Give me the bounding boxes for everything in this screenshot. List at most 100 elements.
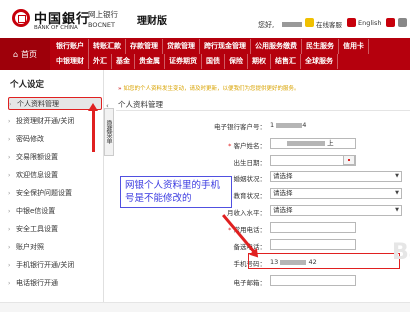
sidebar-item-label: 安全工具设置 [16,225,58,233]
email-label: 电子邮箱： [233,279,267,287]
sidebar-item-mobile-banking[interactable]: › 手机银行开通/关闭 [8,259,102,272]
phone-input[interactable] [270,222,356,233]
sidebar-item-label: 投资理财开通/关闭 [16,117,75,125]
nav-item[interactable]: 全球服务 [301,54,338,69]
logout-icon[interactable] [398,18,407,27]
name-label: * 客户姓名： [186,140,266,150]
sidebar-item-label: 密码修改 [16,135,44,143]
nav-item[interactable]: 证券期货 [165,54,202,69]
nav-item[interactable]: 中银理财 [52,54,89,69]
sidebar-item-label: 交易限额设置 [16,153,58,161]
nav-item[interactable]: 存款管理 [126,39,163,54]
online-service-link[interactable]: 在线客服 [316,19,342,29]
boc-logo-icon[interactable] [12,9,30,27]
sidebar-item-label: 安全保护问题设置 [16,189,72,197]
language-icon[interactable] [347,18,356,27]
nav-row-secondary: 中银理财 外汇 基金 贵金属 证券期货 国债 保险 期权 结售汇 全球服务 [52,54,338,69]
nav-item[interactable]: 外汇 [89,54,112,69]
sidebar-item-label: 中银e信设置 [16,207,56,215]
masked-name-value [287,140,325,146]
sidebar-item-account-mapping[interactable]: › 账户对照 [8,241,102,254]
bullet-icon: › [8,154,11,161]
bullet-icon: › [8,172,11,179]
home-button[interactable]: ⌂ 首页 [0,38,50,70]
nav-item[interactable]: 国债 [202,54,225,69]
page-title: 个人资料管理 [118,100,163,109]
bullet-icon: › [8,262,11,269]
sidebar-item-label: 手机银行开通/关闭 [16,261,75,269]
name-input[interactable]: 上 [270,138,356,149]
divider [116,110,410,111]
nav-item[interactable]: 基金 [112,54,135,69]
annotation-text: 网银个人资料里的手机号是不能修改的 [125,180,221,204]
help-icon[interactable] [386,18,395,27]
nav-item[interactable]: 银行账户 [52,39,89,54]
nav-item[interactable]: 结售汇 [271,54,301,69]
calendar-icon[interactable] [343,155,355,165]
online-service-icon[interactable] [305,18,314,27]
email-input[interactable] [270,275,356,286]
masked-username [282,22,302,27]
nav-item[interactable]: 公用服务缴费 [251,39,302,54]
backup-phone-input[interactable] [270,239,356,250]
sidebar-item-security-question[interactable]: › 安全保护问题设置 [8,187,102,200]
nav-item[interactable]: 贷款管理 [163,39,200,54]
sidebar-item-investment[interactable]: › 投资理财开通/关闭 [8,115,102,128]
top-header: 中国銀行 BANK OF CHINA 网上银行 BOCNET 理财版 您好, 在… [0,0,410,38]
main-nav: ⌂ 首页 银行账户 转账汇款 存款管理 贷款管理 跨行现金管理 公用服务缴费 民… [0,38,410,70]
netbank-label-en: BOCNET [88,21,115,29]
nav-item[interactable]: 信用卡 [339,39,369,54]
masked-digits [276,122,303,128]
customer-no-label: 电子银行客户号： [214,123,266,131]
sidebar-item-welcome[interactable]: › 欢迎信息设置 [8,169,102,182]
phone-label: * 常用电话： [186,224,266,234]
customer-no-value: 1 4 [270,121,306,129]
nav-item[interactable]: 跨行现金管理 [200,39,251,54]
bottom-strip [0,302,410,312]
sidebar-item-limit[interactable]: › 交易限额设置 [8,151,102,164]
sidebar-item-e-message[interactable]: › 中银e信设置 [8,205,102,218]
sidebar-item-label: 电话银行开通 [16,279,58,287]
nav-row-primary: 银行账户 转账汇款 存款管理 贷款管理 跨行现金管理 公用服务缴费 民生服务 信… [52,39,369,54]
income-select[interactable]: 请选择 [270,205,402,216]
home-label: 首页 [21,49,38,59]
nav-item[interactable]: 转账汇款 [89,39,126,54]
annotation-arrow-up-icon [88,103,98,152]
page: 中国銀行 BANK OF CHINA 网上银行 BOCNET 理财版 您好, 在… [0,0,410,312]
bullet-icon: › [8,208,11,215]
watermark-logo: Ba [392,240,410,265]
bullet-icon: › [9,101,12,108]
bullet-icon: › [8,118,11,125]
nav-item[interactable]: 民生服务 [302,39,339,54]
bank-name-en: BANK OF CHINA [34,25,78,31]
home-icon: ⌂ [12,49,19,59]
name-suffix: 上 [327,139,334,147]
nav-item[interactable]: 贵金属 [135,54,165,69]
greeting: 您好, [258,21,275,29]
notice-text: 如您的个人资料发生变动，请及时更新，以便我们为您提供更好的服务。 [123,86,300,92]
sidebar-item-label: 欢迎信息设置 [16,171,58,179]
sidebar-title: 个人设定 [10,80,45,90]
education-select[interactable]: 请选择 [270,188,402,199]
update-notice: » 如您的个人资料发生变动，请及时更新，以便我们为您提供更好的服务。 [118,84,299,92]
mobile-highlight-box [248,253,400,269]
netbank-label-cn: 网上银行 [88,10,118,19]
birth-label: 出生日期： [233,159,267,167]
nav-item[interactable]: 保险 [225,54,248,69]
sidebar-item-password[interactable]: › 密码修改 [8,133,102,146]
sidebar-item-label: 账户对照 [16,243,44,251]
english-link[interactable]: English [358,19,381,27]
bullet-icon: › [8,226,11,233]
marital-select[interactable]: 请选择 [270,171,402,182]
nav-item[interactable]: 期权 [248,54,271,69]
annotation-box: 网银个人资料里的手机号是不能修改的 [120,176,232,208]
collapse-menu-tab[interactable]: 隐藏菜单 [104,108,114,156]
name-label-text: 客户姓名： [233,142,267,150]
customer-no-suffix: 4 [302,121,307,129]
sidebar-item-security-tool[interactable]: › 安全工具设置 [8,223,102,236]
bullet-icon: › [8,280,11,287]
sidebar-item-label: 个人资料管理 [17,100,59,108]
sidebar-item-phone-banking[interactable]: › 电话银行开通 [8,277,102,290]
bullet-icon: › [8,136,11,143]
bullet-icon: › [8,244,11,251]
